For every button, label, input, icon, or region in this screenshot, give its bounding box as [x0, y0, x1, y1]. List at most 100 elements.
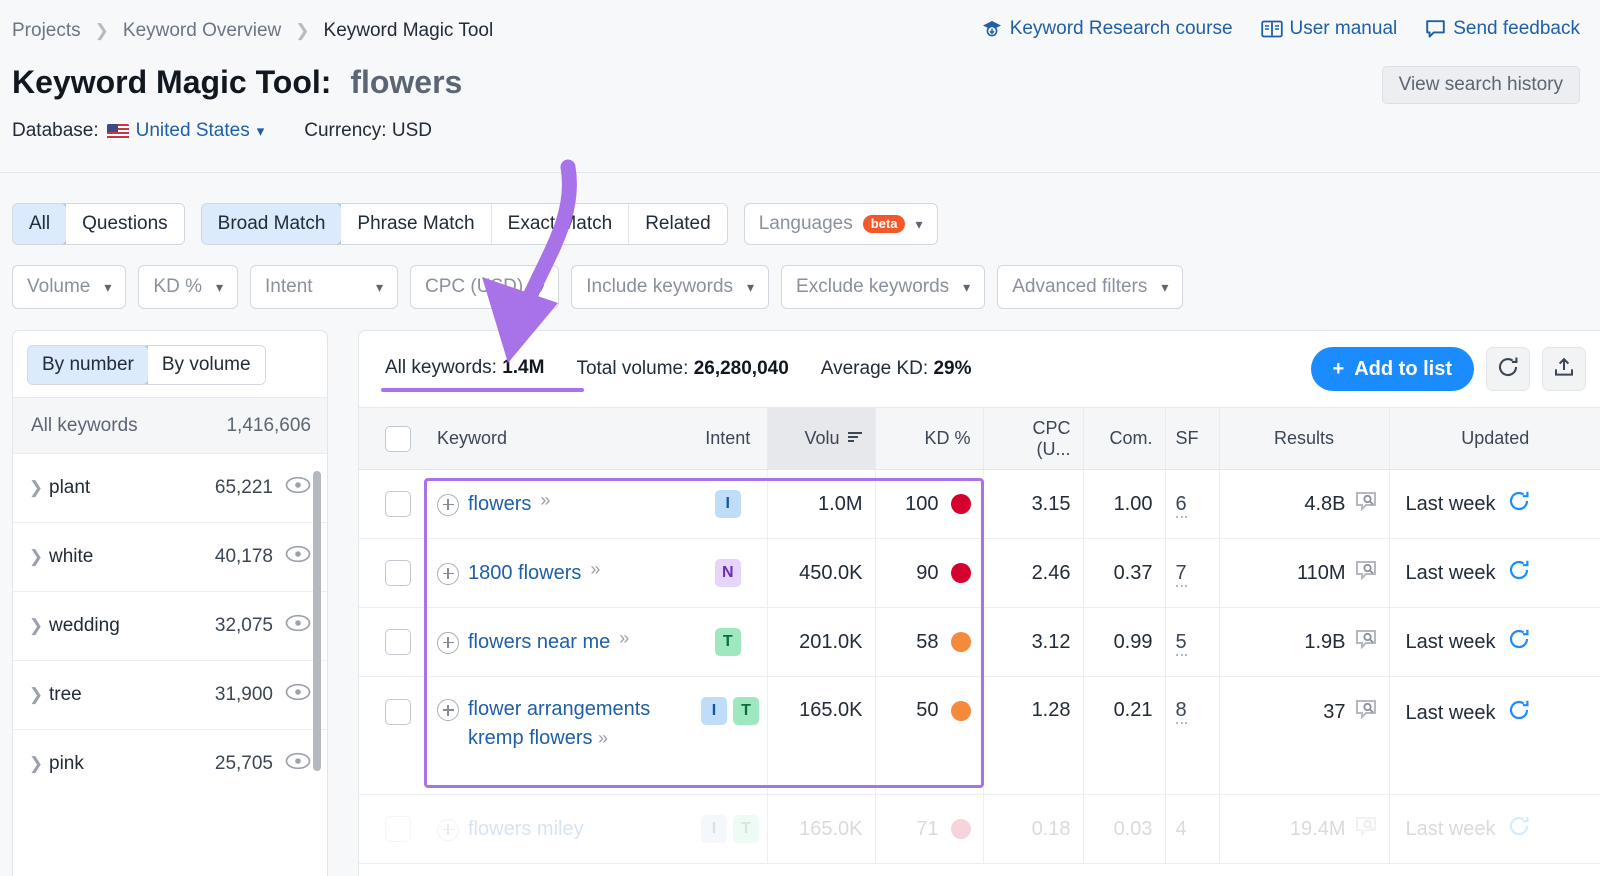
- sf-value[interactable]: 4: [1176, 818, 1187, 840]
- table-row[interactable]: flowers » I 1.0M 100: [359, 470, 1600, 539]
- keyword-link[interactable]: 1800 flowers: [468, 559, 581, 588]
- keyword-expand-icon[interactable]: »: [540, 490, 548, 511]
- table-row[interactable]: flowers miley I T 165.0K 71: [359, 795, 1600, 864]
- col-header-updated[interactable]: Updated: [1389, 408, 1600, 470]
- filter-kd[interactable]: KD % ▾: [138, 265, 238, 309]
- col-header-intent[interactable]: Intent: [689, 408, 767, 470]
- keyword-expand-icon[interactable]: »: [619, 628, 627, 649]
- col-header-com[interactable]: Com.: [1083, 408, 1165, 470]
- tab-phrase-match[interactable]: Phrase Match: [341, 204, 491, 244]
- sidebar-scrollbar[interactable]: [313, 471, 321, 771]
- sf-value[interactable]: 5: [1176, 631, 1187, 656]
- intent-badge[interactable]: T: [715, 628, 741, 656]
- keyword-expand-icon[interactable]: »: [598, 728, 606, 748]
- filter-volume[interactable]: Volume ▾: [12, 265, 126, 309]
- intent-badge[interactable]: I: [701, 815, 727, 843]
- add-to-list-button[interactable]: + Add to list: [1311, 347, 1474, 391]
- table-row[interactable]: 1800 flowers » N 450.0K 90: [359, 539, 1600, 608]
- sf-value[interactable]: 7: [1176, 562, 1187, 587]
- col-header-keyword[interactable]: Keyword: [429, 408, 689, 470]
- sf-value[interactable]: 8: [1176, 699, 1187, 724]
- eye-icon[interactable]: [285, 752, 311, 776]
- keyword-expand-icon[interactable]: »: [590, 559, 598, 580]
- select-all-checkbox[interactable]: [385, 426, 411, 452]
- filter-advanced-filters[interactable]: Advanced filters ▾: [997, 265, 1183, 309]
- tab-related[interactable]: Related: [629, 204, 727, 244]
- add-keyword-icon[interactable]: [437, 563, 459, 585]
- serp-preview-icon[interactable]: [1355, 629, 1377, 655]
- keyword-link[interactable]: flowers miley: [468, 815, 584, 844]
- add-keyword-icon[interactable]: [437, 632, 459, 654]
- serp-preview-icon[interactable]: [1355, 560, 1377, 586]
- filter-intent[interactable]: Intent ▾: [250, 265, 398, 309]
- serp-preview-icon[interactable]: [1355, 816, 1377, 842]
- intent-badge[interactable]: I: [701, 697, 727, 725]
- filter-cpc[interactable]: CPC (USD) ▾: [410, 265, 559, 309]
- add-keyword-icon[interactable]: [437, 494, 459, 516]
- filter-include-keywords[interactable]: Include keywords ▾: [571, 265, 769, 309]
- intent-badge[interactable]: T: [733, 815, 759, 843]
- view-search-history-button[interactable]: View search history: [1382, 66, 1580, 104]
- col-header-kd[interactable]: KD %: [875, 408, 983, 470]
- breadcrumb-item-projects[interactable]: Projects: [12, 20, 81, 42]
- chevron-right-icon[interactable]: ❯: [23, 685, 49, 705]
- add-keyword-icon[interactable]: [437, 699, 459, 721]
- export-button[interactable]: [1542, 347, 1586, 391]
- intent-badge[interactable]: N: [715, 559, 741, 587]
- sidebar-item-pink[interactable]: ❯ pink 25,705: [13, 729, 327, 798]
- eye-icon[interactable]: [285, 683, 311, 707]
- serp-preview-icon[interactable]: [1355, 491, 1377, 517]
- keyword-research-course-link[interactable]: Keyword Research course: [981, 18, 1233, 40]
- eye-icon[interactable]: [285, 614, 311, 638]
- intent-badge[interactable]: T: [733, 697, 759, 725]
- filter-exclude-keywords[interactable]: Exclude keywords ▾: [781, 265, 985, 309]
- tab-broad-match[interactable]: Broad Match: [201, 203, 343, 245]
- table-row[interactable]: flower arrangements kremp flowers » I T …: [359, 677, 1600, 795]
- row-checkbox[interactable]: [385, 699, 411, 725]
- col-header-cpc[interactable]: CPC (U...: [983, 408, 1083, 470]
- breadcrumb-item-keyword-overview[interactable]: Keyword Overview: [123, 20, 281, 42]
- database-value[interactable]: United States: [136, 120, 250, 142]
- add-keyword-icon[interactable]: [437, 819, 459, 841]
- refresh-icon[interactable]: [1508, 490, 1530, 518]
- refresh-icon[interactable]: [1508, 628, 1530, 656]
- sidebar-item-white[interactable]: ❯ white 40,178: [13, 522, 327, 591]
- sidebar-item-tree[interactable]: ❯ tree 31,900: [13, 660, 327, 729]
- row-checkbox[interactable]: [385, 491, 411, 517]
- tab-all[interactable]: All: [12, 203, 67, 245]
- chevron-right-icon[interactable]: ❯: [23, 616, 49, 636]
- keyword-link[interactable]: flower arrangements kremp flowers: [468, 698, 650, 749]
- tab-exact-match[interactable]: Exact Match: [492, 204, 630, 244]
- chevron-down-icon[interactable]: ▾: [257, 122, 265, 140]
- table-row[interactable]: flowers near me » T 201.0K 58: [359, 608, 1600, 677]
- chevron-right-icon[interactable]: ❯: [23, 547, 49, 567]
- refresh-icon[interactable]: [1508, 559, 1530, 587]
- row-checkbox[interactable]: [385, 629, 411, 655]
- col-header-results[interactable]: Results: [1219, 408, 1389, 470]
- tab-questions[interactable]: Questions: [66, 204, 184, 244]
- keyword-link[interactable]: flowers near me: [468, 628, 610, 657]
- serp-preview-icon[interactable]: [1355, 699, 1377, 725]
- sidebar-item-plant[interactable]: ❯ plant 65,221: [13, 453, 327, 522]
- sidebar-sort-by-number[interactable]: By number: [27, 345, 149, 385]
- chevron-right-icon[interactable]: ❯: [23, 478, 49, 498]
- sidebar-sort-by-volume[interactable]: By volume: [148, 346, 265, 384]
- refresh-icon[interactable]: [1508, 699, 1530, 727]
- keyword-link[interactable]: flowers: [468, 490, 531, 519]
- user-manual-link[interactable]: User manual: [1261, 18, 1398, 40]
- row-checkbox[interactable]: [385, 560, 411, 586]
- send-feedback-link[interactable]: Send feedback: [1425, 18, 1580, 40]
- refresh-button[interactable]: [1486, 347, 1530, 391]
- sf-value[interactable]: 6: [1176, 493, 1187, 518]
- chevron-right-icon[interactable]: ❯: [23, 754, 49, 774]
- languages-dropdown[interactable]: Languages beta ▾: [744, 203, 938, 245]
- eye-icon[interactable]: [285, 476, 311, 500]
- col-header-sf[interactable]: SF: [1165, 408, 1219, 470]
- refresh-icon[interactable]: [1508, 815, 1530, 843]
- col-header-volume[interactable]: Volu: [767, 408, 875, 470]
- sidebar-item-all-keywords[interactable]: All keywords 1,416,606: [13, 397, 327, 453]
- intent-badge[interactable]: I: [715, 490, 741, 518]
- row-checkbox[interactable]: [385, 816, 411, 842]
- sidebar-item-wedding[interactable]: ❯ wedding 32,075: [13, 591, 327, 660]
- eye-icon[interactable]: [285, 545, 311, 569]
